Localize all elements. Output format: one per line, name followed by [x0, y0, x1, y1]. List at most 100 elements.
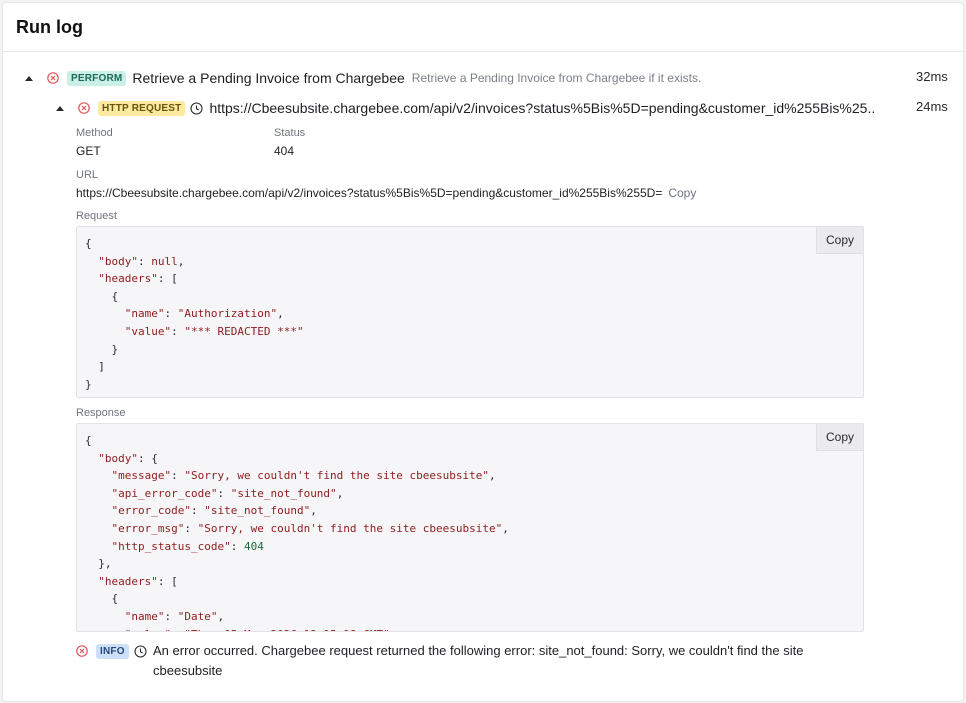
response-copy-button[interactable]: Copy: [816, 424, 863, 451]
code-token: "Thu, 05 Mar 2026 13:15:18 GMT": [184, 628, 389, 631]
code-token: "Sorry, we couldn't find the site cbeesu…: [184, 469, 489, 483]
collapse-caret-icon[interactable]: [25, 75, 33, 81]
method-value: GET: [76, 144, 101, 158]
panel-title: Run log: [16, 16, 83, 37]
code-token: ,: [336, 486, 344, 500]
code-token: :: [164, 307, 178, 321]
request-code-line: {: [85, 237, 92, 250]
url-value: https://Cbeesubsite.chargebee.com/api/v2…: [76, 186, 663, 200]
code-token: "*** REDACTED ***": [184, 324, 304, 338]
request-code-line: {: [85, 290, 118, 303]
code-token: }: [85, 342, 119, 356]
code-token: ,: [310, 504, 317, 518]
code-token: :: [171, 324, 185, 338]
code-token: {: [85, 289, 119, 303]
response-code-line: "message": "Sorry, we couldn't find the …: [85, 469, 496, 482]
http-request-url[interactable]: https://Cbeesubsite.chargebee.com/api/v2…: [209, 100, 874, 116]
info-step-row: INFO: [76, 641, 147, 661]
error-circle-icon: [76, 645, 88, 657]
request-json: { "body": null, "headers": [ { "name": "…: [77, 227, 863, 393]
response-code-line: "error_code": "site_not_found",: [85, 504, 317, 517]
perform-step-row[interactable]: PERFORM Retrieve a Pending Invoice from …: [25, 67, 701, 89]
request-code-line: "name": "Authorization",: [85, 307, 284, 320]
clock-icon: [134, 644, 147, 658]
response-code-line: {: [85, 592, 118, 605]
perform-step-subtitle: Retrieve a Pending Invoice from Chargebe…: [411, 71, 702, 85]
url-copy-link[interactable]: Copy: [668, 186, 696, 200]
code-token: ,: [177, 254, 185, 268]
code-token: {: [85, 592, 119, 606]
code-token: }: [85, 377, 92, 391]
code-token: },: [85, 557, 112, 571]
code-token: :: [171, 469, 185, 483]
request-code-line: }: [85, 378, 92, 391]
panel-header: Run log: [3, 3, 963, 52]
code-token: :: [138, 254, 152, 268]
code-token: "error_msg": [111, 521, 185, 535]
perform-badge: PERFORM: [67, 70, 127, 86]
error-circle-icon: [78, 102, 90, 114]
response-json: { "body": { "message": "Sorry, we couldn…: [77, 424, 863, 631]
code-token: ,: [277, 307, 284, 321]
code-token: :: [190, 504, 205, 518]
code-token: :: [184, 521, 198, 535]
code-token: "value": [124, 324, 172, 338]
code-token: "Sorry, we couldn't find the site cbeesu…: [197, 521, 503, 535]
response-code-line: "value": "Thu, 05 Mar 2026 13:15:18 GMT": [85, 628, 390, 631]
code-token: "message": [111, 469, 172, 483]
code-token: ,: [217, 609, 225, 623]
code-token: :: [171, 628, 184, 631]
code-token: "value": [125, 628, 171, 631]
request-code-line: "headers": [: [85, 272, 177, 286]
response-code-line: "api_error_code": "site_not_found",: [85, 486, 344, 500]
code-token: : [: [157, 574, 178, 588]
code-token: ,: [502, 521, 509, 535]
status-label: Status: [274, 127, 306, 139]
code-token: :: [164, 609, 178, 623]
response-code-line: "body": {: [85, 452, 158, 465]
code-token: "api_error_code": [111, 486, 218, 500]
http-request-badge: HTTP REQUEST: [98, 100, 186, 116]
code-token: "headers": [98, 272, 158, 286]
code-token: "name": [124, 609, 165, 623]
request-code-line: "body": null,: [85, 255, 184, 268]
request-code-line: "value": "*** REDACTED ***": [85, 325, 304, 338]
code-token: "site_not_found": [204, 504, 311, 518]
clock-icon: [190, 101, 204, 115]
run-log-panel: Run log PERFORM Retrieve a Pending Invoi…: [2, 2, 964, 702]
code-token: 404: [243, 539, 264, 553]
request-code-line: ]: [85, 360, 105, 373]
code-token: "Authorization": [177, 307, 278, 321]
code-token: {: [85, 434, 92, 447]
response-code-line: "http_status_code": 404: [85, 540, 264, 553]
code-token: ,: [489, 469, 496, 483]
perform-step-title: Retrieve a Pending Invoice from Chargebe…: [132, 70, 405, 86]
response-code-line: {: [85, 434, 92, 447]
code-token: "site_not_found": [230, 486, 337, 500]
info-message: An error occurred. Chargebee request ret…: [153, 643, 804, 678]
code-token: :: [230, 539, 244, 553]
collapse-caret-icon[interactable]: [56, 105, 64, 111]
request-code-block[interactable]: { "body": null, "headers": [ { "name": "…: [76, 226, 864, 398]
url-row: https://Cbeesubsite.chargebee.com/api/v2…: [76, 186, 696, 200]
request-copy-button[interactable]: Copy: [816, 227, 863, 254]
response-code-line: "error_msg": "Sorry, we couldn't find th…: [85, 522, 509, 535]
code-token: null: [151, 254, 178, 268]
url-label: URL: [76, 169, 99, 181]
code-token: {: [85, 237, 92, 250]
response-code-block[interactable]: { "body": { "message": "Sorry, we couldn…: [76, 423, 864, 632]
request-label: Request: [76, 210, 117, 222]
status-value: 404: [274, 144, 295, 158]
http-step-row[interactable]: HTTP REQUEST https://Cbeesubsite.chargeb…: [56, 97, 874, 119]
code-token: : {: [138, 451, 158, 465]
method-label: Method: [76, 127, 113, 139]
code-token: "headers": [98, 574, 158, 588]
response-code-line: "headers": [: [85, 574, 178, 588]
